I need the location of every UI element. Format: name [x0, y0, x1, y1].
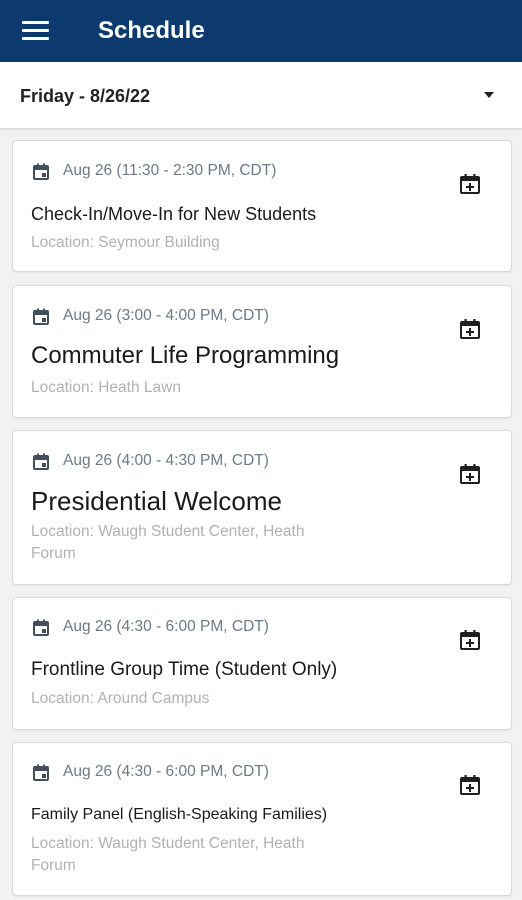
event-card[interactable]: Aug 26 (4:30 - 6:00 PM, CDT) Family Pane… [12, 742, 512, 896]
event-card[interactable]: Aug 26 (4:30 - 6:00 PM, CDT) Frontline G… [12, 597, 512, 730]
calendar-icon [33, 764, 49, 781]
add-to-calendar-icon[interactable] [459, 318, 481, 340]
event-time: Aug 26 (4:00 - 4:30 PM, CDT) [63, 452, 269, 469]
page-title: Schedule [98, 17, 205, 44]
event-card[interactable]: Aug 26 (4:00 - 4:30 PM, CDT) Presidentia… [12, 430, 512, 585]
add-to-calendar-icon[interactable] [459, 173, 481, 195]
event-card[interactable]: Aug 26 (11:30 - 2:30 PM, CDT) Check-In/M… [12, 140, 512, 272]
event-location: Location: Seymour Building [31, 234, 220, 251]
calendar-icon [33, 453, 49, 470]
event-time: Aug 26 (11:30 - 2:30 PM, CDT) [63, 162, 277, 179]
selected-date: Friday - 8/26/22 [20, 86, 151, 106]
add-to-calendar-icon[interactable] [459, 629, 481, 651]
event-title: Check-In/Move-In for New Students [31, 204, 317, 224]
event-card[interactable]: Aug 26 (3:00 - 4:00 PM, CDT) Commuter Li… [12, 285, 512, 418]
calendar-icon [33, 619, 49, 636]
event-location: Location: Around Campus [31, 690, 210, 707]
event-location: Location: Waugh Student Center, Heath Fo… [31, 523, 305, 562]
event-title: Presidential Welcome [31, 486, 282, 516]
add-to-calendar-icon[interactable] [459, 463, 481, 485]
event-title: Frontline Group Time (Student Only) [31, 659, 338, 680]
date-selector[interactable]: Friday - 8/26/22 [0, 62, 522, 129]
calendar-icon [33, 308, 49, 325]
add-to-calendar-icon[interactable] [459, 774, 481, 796]
event-time: Aug 26 (4:30 - 6:00 PM, CDT) [63, 763, 269, 780]
event-location: Location: Waugh Student Center, Heath Fo… [31, 835, 305, 874]
event-title: Family Panel (English-Speaking Families) [31, 806, 328, 823]
hamburger-menu-icon[interactable] [22, 19, 50, 43]
event-title: Commuter Life Programming [31, 342, 340, 369]
event-time: Aug 26 (3:00 - 4:00 PM, CDT) [63, 307, 269, 324]
app-bar: Schedule [0, 0, 522, 62]
event-time: Aug 26 (4:30 - 6:00 PM, CDT) [63, 618, 269, 635]
dropdown-arrow-icon[interactable] [483, 92, 495, 99]
calendar-icon [33, 163, 49, 180]
event-location: Location: Heath Lawn [31, 379, 181, 396]
